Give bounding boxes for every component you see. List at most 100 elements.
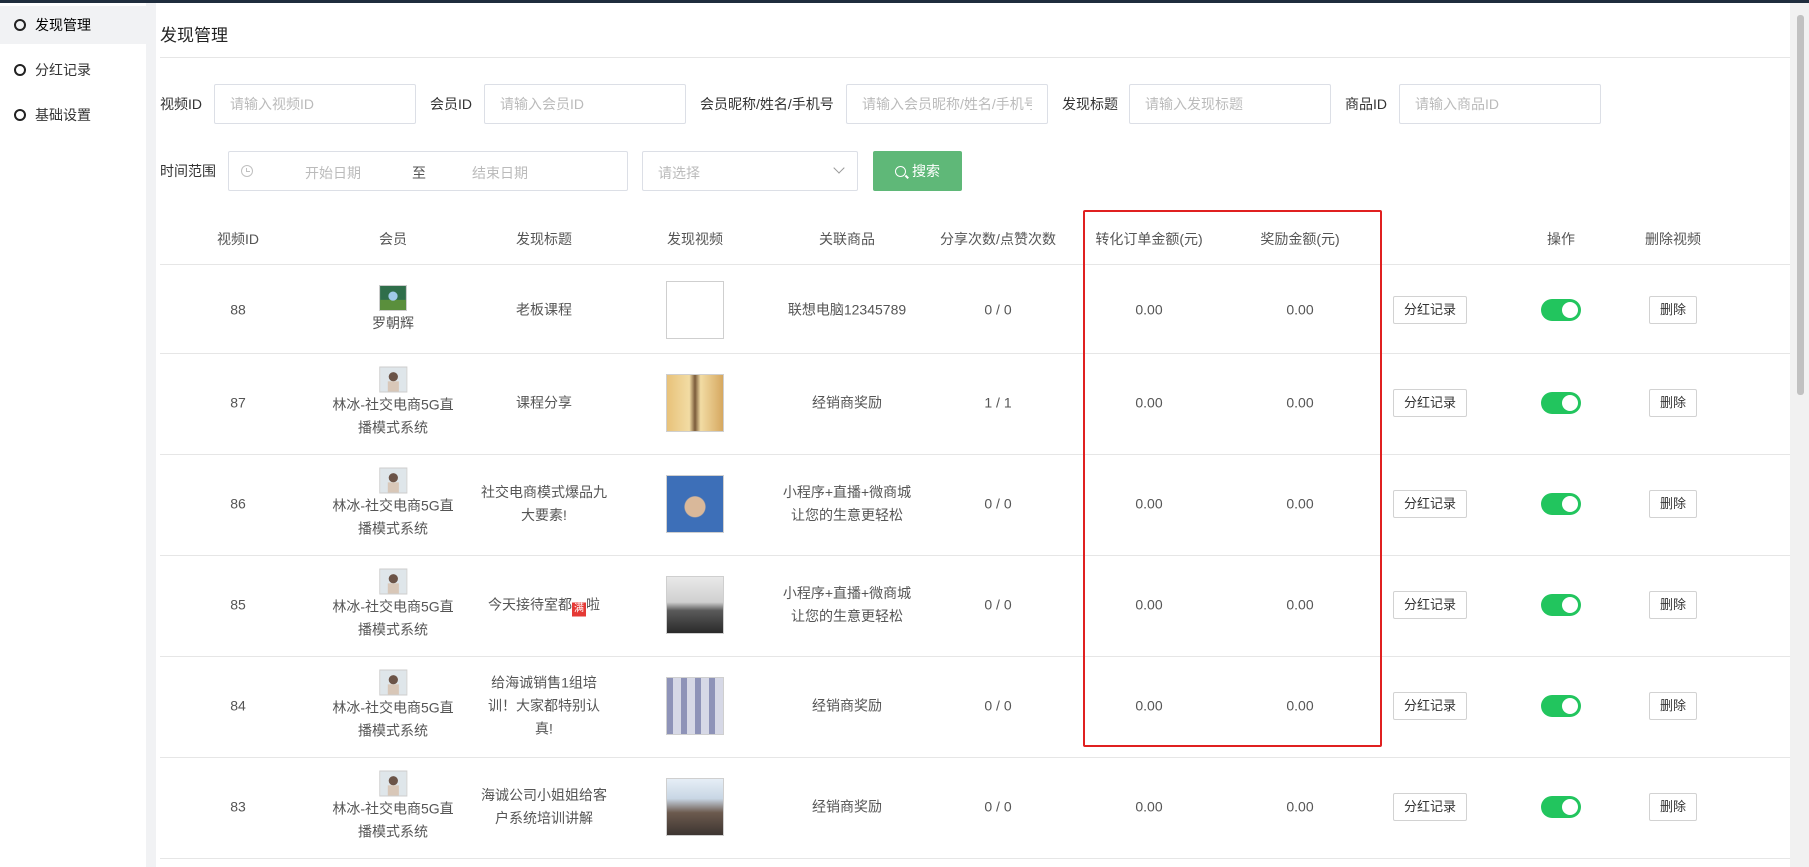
end-date-input[interactable]: 结束日期	[472, 163, 528, 183]
header-goods: 关联商品	[819, 231, 875, 247]
delete-button[interactable]: 删除	[1648, 490, 1698, 518]
cell-video-id: 85	[230, 596, 246, 613]
goods-id-label: 商品ID	[1345, 96, 1387, 112]
header-member: 会员	[379, 231, 407, 247]
cell-reward: 0.00	[1286, 495, 1314, 512]
sidebar-item-label: 发现管理	[35, 17, 91, 33]
goods-line: 经销商奖励	[812, 798, 882, 815]
member-info-input[interactable]	[846, 84, 1048, 124]
title-label: 发现标题	[1062, 96, 1118, 112]
cell-order-amount: 0.00	[1135, 394, 1163, 411]
goods-line: 让您的生意更轻松	[790, 608, 903, 624]
toggle-knob	[1562, 395, 1578, 411]
cell-goods: 经销商奖励	[812, 796, 882, 819]
member-name: 播模式系统	[358, 419, 428, 436]
cell-share-like: 0 / 0	[984, 596, 1012, 613]
member-name: 播模式系统	[358, 823, 428, 840]
cell-title: 社交电商模式爆品九 大要素!	[481, 481, 607, 527]
sidebar-item-dividend-records[interactable]: 分红记录	[0, 51, 146, 89]
status-toggle[interactable]	[1541, 594, 1581, 616]
delete-button[interactable]: 删除	[1648, 793, 1698, 821]
header-operation: 操作	[1547, 231, 1575, 247]
toggle-knob	[1562, 496, 1578, 512]
member-info-label: 会员昵称/姓名/手机号	[700, 96, 834, 112]
status-select[interactable]: 请选择	[642, 151, 858, 191]
table-row: 84 林冰-社交电商5G直 播模式系统 给海诚销售1组培 训！大家都特别认 真!…	[156, 657, 1790, 757]
dividend-record-button[interactable]: 分红记录	[1392, 389, 1468, 417]
sidebar-item-basic-settings[interactable]: 基础设置	[0, 96, 146, 134]
video-thumbnail[interactable]	[666, 475, 724, 533]
status-toggle[interactable]	[1541, 695, 1581, 717]
cell-member: 林冰-社交电商5G直 播模式系统	[332, 568, 454, 642]
circle-icon	[14, 64, 26, 76]
delete-button[interactable]: 删除	[1648, 692, 1698, 720]
page-title: 发现管理	[160, 26, 228, 45]
title-line: 海诚公司小姐姐给客	[481, 787, 607, 803]
start-date-input[interactable]: 开始日期	[305, 163, 361, 183]
avatar	[379, 770, 407, 797]
goods-id-input[interactable]	[1399, 84, 1601, 124]
cell-member: 林冰-社交电商5G直 播模式系统	[332, 669, 454, 743]
dividend-record-button[interactable]: 分红记录	[1392, 490, 1468, 518]
member-id-input[interactable]	[484, 84, 686, 124]
cell-reward: 0.00	[1286, 798, 1314, 815]
header-order-amount: 转化订单金额(元)	[1095, 231, 1203, 247]
delete-button[interactable]: 删除	[1648, 296, 1698, 324]
delete-button[interactable]: 删除	[1648, 591, 1698, 619]
cell-order-amount: 0.00	[1135, 697, 1163, 714]
video-thumbnail[interactable]	[666, 778, 724, 836]
table-row: 86 林冰-社交电商5G直 播模式系统 社交电商模式爆品九 大要素! 小程序+直…	[156, 455, 1790, 555]
cell-order-amount: 0.00	[1135, 798, 1163, 815]
dividend-record-button[interactable]: 分红记录	[1392, 692, 1468, 720]
dividend-record-button[interactable]: 分红记录	[1392, 793, 1468, 821]
status-toggle[interactable]	[1541, 796, 1581, 818]
video-thumbnail[interactable]	[666, 281, 724, 339]
cell-title: 给海诚销售1组培 训！大家都特别认 真!	[488, 672, 600, 741]
avatar	[379, 366, 407, 393]
cell-goods: 小程序+直播+微商城 让您的生意更轻松	[783, 582, 911, 628]
date-range-picker[interactable]: 开始日期 至 结束日期	[228, 151, 628, 191]
sidebar-item-discovery[interactable]: 发现管理	[0, 6, 146, 44]
video-thumbnail[interactable]	[666, 576, 724, 634]
select-placeholder: 请选择	[658, 165, 700, 181]
header-delete-video: 删除视频	[1645, 231, 1701, 247]
search-button[interactable]: 搜索	[873, 151, 962, 191]
dividend-record-button[interactable]: 分红记录	[1392, 296, 1468, 324]
cell-share-like: 0 / 0	[984, 495, 1012, 512]
cell-share-like: 1 / 1	[984, 394, 1012, 411]
member-name: 林冰-社交电商5G直	[332, 396, 454, 413]
member-name: 播模式系统	[358, 621, 428, 638]
date-range-separator: 至	[412, 165, 426, 181]
clock-icon	[241, 165, 253, 177]
toggle-knob	[1562, 302, 1578, 318]
scrollbar-thumb[interactable]	[1797, 15, 1804, 395]
status-toggle[interactable]	[1541, 299, 1581, 321]
cell-title: 老板课程	[516, 299, 572, 322]
vertical-scrollbar[interactable]	[1790, 3, 1809, 867]
video-thumbnail[interactable]	[666, 374, 724, 432]
delete-button[interactable]: 删除	[1648, 389, 1698, 417]
member-name: 林冰-社交电商5G直	[332, 699, 454, 716]
status-toggle[interactable]	[1541, 392, 1581, 414]
title-input[interactable]	[1129, 84, 1331, 124]
title-line: 真!	[535, 720, 553, 737]
avatar	[379, 467, 407, 494]
member-id-label: 会员ID	[430, 96, 472, 112]
header-share-like: 分享次数/点赞次数	[940, 231, 1056, 247]
header-title: 发现标题	[516, 231, 572, 247]
title-line: 今天接待室都	[488, 596, 572, 613]
cell-reward: 0.00	[1286, 301, 1314, 318]
cell-member: 林冰-社交电商5G直 播模式系统	[332, 467, 454, 541]
status-toggle[interactable]	[1541, 493, 1581, 515]
cell-member: 林冰-社交电商5G直 播模式系统	[332, 366, 454, 440]
header-video: 发现视频	[667, 231, 723, 247]
goods-line: 经销商奖励	[812, 697, 882, 714]
sidebar-divider	[146, 3, 156, 867]
cell-title: 今天接待室都满啦	[488, 594, 600, 617]
dividend-record-button[interactable]: 分红记录	[1392, 591, 1468, 619]
member-name: 播模式系统	[358, 722, 428, 739]
video-thumbnail[interactable]	[666, 677, 724, 735]
video-id-label: 视频ID	[160, 96, 202, 112]
title-line: 老板课程	[516, 301, 572, 318]
video-id-input[interactable]	[214, 84, 416, 124]
